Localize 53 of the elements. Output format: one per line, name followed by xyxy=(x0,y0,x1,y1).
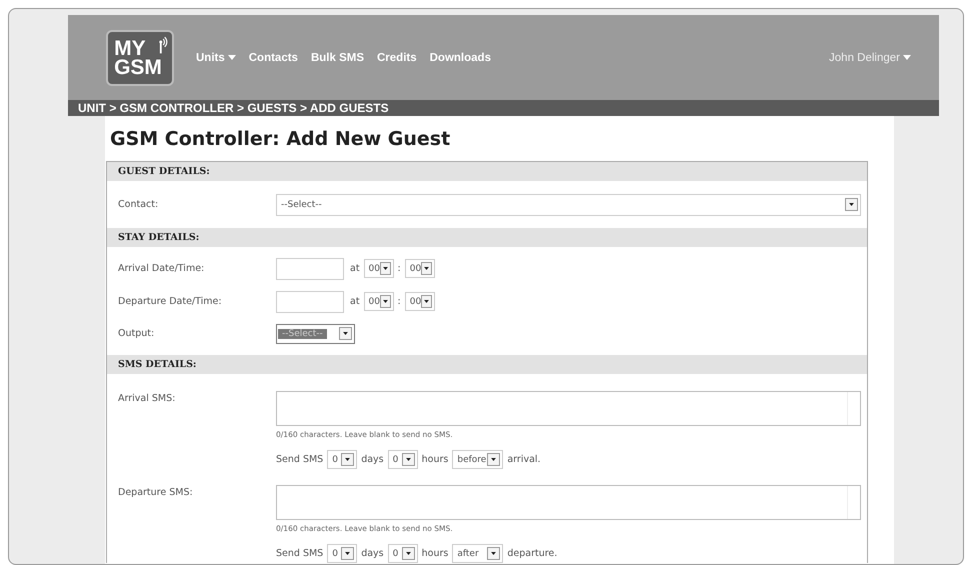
dropdown[interactable]: 00 xyxy=(404,292,435,311)
dropdown[interactable]: 0 xyxy=(327,450,358,469)
caret-icon xyxy=(903,55,911,60)
dropdown[interactable]: after xyxy=(452,544,504,563)
caret-icon xyxy=(382,267,388,270)
message-field[interactable] xyxy=(276,485,861,520)
date-field[interactable] xyxy=(276,258,344,280)
caret-icon xyxy=(406,552,411,555)
field-label: Contact: xyxy=(118,199,160,210)
dropdown[interactable]: before xyxy=(452,450,504,469)
schedule-label: arrival. xyxy=(507,454,541,465)
schedule-label: departure. xyxy=(507,548,558,559)
field-label: Output: xyxy=(118,328,156,339)
schedule-label: Send SMS xyxy=(276,548,324,559)
caret-icon xyxy=(345,552,350,555)
section-title: STAY DETAILS: xyxy=(118,232,200,243)
colon-label: : xyxy=(398,263,401,274)
dropdown[interactable]: 0 xyxy=(327,544,358,563)
page-title: GSM Controller: Add New Guest xyxy=(109,126,452,152)
section-title: GUEST DETAILS: xyxy=(118,166,210,177)
field-label: Arrival SMS: xyxy=(118,392,176,404)
caret-icon xyxy=(406,458,411,461)
message-field[interactable] xyxy=(276,391,861,426)
caret-icon xyxy=(424,267,429,270)
caret-icon xyxy=(343,332,348,335)
caret-icon xyxy=(228,55,236,60)
dropdown[interactable]: 00 xyxy=(364,292,394,311)
schedule-label: hours xyxy=(422,548,448,559)
at-label: at xyxy=(350,296,360,307)
dropdown[interactable]: 00 xyxy=(364,259,394,278)
schedule-label: Send SMS xyxy=(276,454,324,465)
caret-icon xyxy=(345,458,350,461)
breadcrumb: UNIT > GSM CONTROLLER > GUESTS > ADD GUESTS xyxy=(78,101,389,115)
caret-icon xyxy=(491,458,496,461)
date-field[interactable] xyxy=(276,290,344,312)
dropdown[interactable]: --Select-- xyxy=(276,194,861,216)
caret-icon xyxy=(849,203,854,206)
logo[interactable]: MY GSM xyxy=(106,30,174,86)
field-label: Arrival Date/Time: xyxy=(118,263,206,274)
dropdown[interactable]: 0 xyxy=(388,450,418,469)
field-label: Departure SMS: xyxy=(118,486,194,498)
dropdown[interactable]: 0 xyxy=(388,544,418,563)
caret-icon xyxy=(491,552,496,555)
schedule-label: hours xyxy=(422,454,448,465)
caret-icon xyxy=(424,300,429,303)
schedule-label: days xyxy=(361,548,384,559)
field-label: Departure Date/Time: xyxy=(118,296,223,307)
caret-icon xyxy=(382,300,388,303)
colon-label: : xyxy=(398,296,401,307)
dropdown[interactable]: 00 xyxy=(404,259,435,278)
at-label: at xyxy=(350,263,360,274)
section-title: SMS DETAILS: xyxy=(118,359,196,370)
schedule-label: days xyxy=(361,454,384,465)
